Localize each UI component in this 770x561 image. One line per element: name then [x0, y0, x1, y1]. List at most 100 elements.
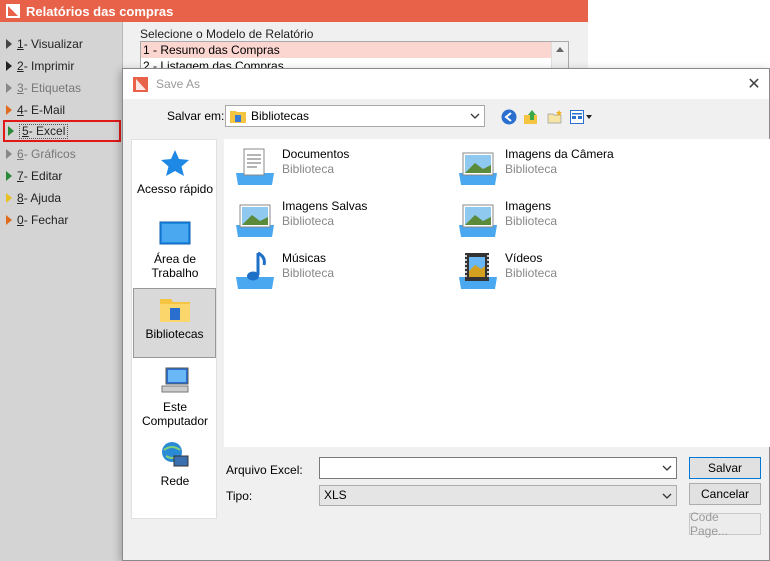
- file-list: Documentos Biblioteca Imagens da Câmera Bi…: [224, 139, 770, 447]
- arrow-right-icon: [6, 193, 12, 203]
- up-folder-button[interactable]: [521, 107, 541, 127]
- menu-item-number: 1: [17, 37, 24, 51]
- new-folder-button[interactable]: [545, 107, 565, 127]
- place-label: Rede: [160, 474, 190, 488]
- arrow-right-icon: [6, 61, 12, 71]
- list-item[interactable]: 1 - Resumo das Compras: [141, 42, 551, 58]
- place-label: Acesso rápido: [136, 182, 214, 196]
- arrow-right-icon: [6, 171, 12, 181]
- file-type: Biblioteca: [505, 162, 558, 176]
- file-name: Documentos: [282, 147, 350, 161]
- menu-item-label: - Visualizar: [23, 37, 83, 51]
- menu-item-fechar[interactable]: 0 - Fechar: [6, 211, 68, 229]
- place-rede[interactable]: Rede: [132, 440, 218, 492]
- chevron-down-icon: [470, 113, 480, 119]
- arrow-right-icon: [6, 83, 12, 93]
- menu-item-label: - E-Mail: [23, 103, 66, 117]
- place-bibliotecas[interactable]: Bibliotecas: [133, 288, 216, 358]
- menu-item-number: 0: [17, 213, 24, 227]
- menu-item-etiquetas[interactable]: 3 - Etiquetas: [6, 79, 81, 97]
- menu-item-excel[interactable]: 5 - Excel: [3, 120, 121, 142]
- star-icon: [161, 150, 189, 176]
- list-scrollbar[interactable]: [551, 42, 568, 70]
- chevron-down-icon: [662, 493, 672, 499]
- menu-item-label: - Editar: [23, 169, 63, 183]
- menu-item-editar[interactable]: 7 - Editar: [6, 167, 62, 185]
- app-title: Relatórios das compras: [26, 3, 174, 19]
- view-menu-button[interactable]: [569, 107, 595, 127]
- filetype-label: Tipo:: [226, 489, 253, 503]
- new-folder-icon: [547, 110, 562, 124]
- report-model-list[interactable]: 1 - Resumo das Compras 2 - Listagem das …: [140, 41, 569, 71]
- menu-item-label: - Fechar: [23, 213, 69, 227]
- app-logo-icon: [133, 76, 148, 92]
- arrow-right-icon: [6, 39, 12, 49]
- menu-item-number: 5: [22, 124, 29, 138]
- code-page-button[interactable]: Code Page...: [689, 510, 761, 538]
- model-select-label: Selecione o Modelo de Relatório: [140, 27, 314, 41]
- up-folder-icon: [524, 110, 537, 124]
- list-item[interactable]: Vídeos Biblioteca: [455, 251, 557, 291]
- menu-item-label: - Imprimir: [23, 59, 75, 73]
- list-item[interactable]: Imagens Salvas Biblioteca: [232, 199, 367, 239]
- list-item[interactable]: Imagens Biblioteca: [455, 199, 557, 239]
- menu-item-number: 4: [17, 103, 24, 117]
- pictures-library-icon: [459, 152, 497, 185]
- back-button[interactable]: [499, 107, 519, 127]
- file-type: Biblioteca: [282, 266, 335, 280]
- place-acesso-rapido[interactable]: Acesso rápido: [132, 148, 218, 210]
- file-name: Músicas: [282, 251, 327, 265]
- file-type: Biblioteca: [505, 214, 558, 228]
- menu-item-email[interactable]: 4 - E-Mail: [6, 101, 65, 119]
- place-area-de-trabalho[interactable]: Área de Trabalho: [132, 220, 218, 282]
- computer-icon: [161, 367, 189, 393]
- filetype-select[interactable]: XLS: [319, 485, 677, 506]
- menu-item-label: - Etiquetas: [23, 81, 82, 95]
- filename-input[interactable]: [319, 457, 677, 479]
- menu-item-number: 6: [17, 147, 24, 161]
- menu-item-number: 7: [17, 169, 24, 183]
- app-logo-icon: [6, 4, 20, 18]
- arrow-right-icon: [6, 149, 12, 159]
- save-in-combo[interactable]: Bibliotecas: [225, 105, 485, 127]
- cancel-button[interactable]: Cancelar: [689, 483, 761, 505]
- menu-item-imprimir[interactable]: 2 - Imprimir: [6, 57, 74, 75]
- arrow-right-icon: [6, 105, 12, 115]
- libraries-folder-icon: [230, 111, 246, 123]
- arrow-right-icon: [6, 215, 12, 225]
- file-type: Biblioteca: [505, 266, 558, 280]
- menu-item-number: 8: [17, 191, 24, 205]
- save-as-dialog: Save As ✕ Salvar em: Bibliotecas Acesso …: [122, 68, 770, 561]
- list-item[interactable]: Músicas Biblioteca: [232, 251, 334, 291]
- file-name: Imagens da Câmera: [505, 147, 614, 161]
- place-label: Área de Trabalho: [151, 252, 199, 280]
- app-background: [588, 0, 770, 68]
- save-in-label: Salvar em:: [167, 109, 225, 123]
- place-label: Bibliotecas: [145, 327, 204, 341]
- close-icon[interactable]: ✕: [739, 69, 769, 99]
- menu-item-graficos[interactable]: 6 - Gráficos: [6, 145, 76, 163]
- view-menu-icon: [570, 110, 592, 124]
- places-bar: Acesso rápido Área de Trabalho Bibliotec…: [131, 139, 217, 519]
- network-icon: [162, 442, 189, 467]
- save-in-value: Bibliotecas: [251, 109, 310, 123]
- menu-item-visualizar[interactable]: 1 - Visualizar: [6, 35, 83, 53]
- filetype-value: XLS: [324, 488, 347, 502]
- list-item[interactable]: Imagens da Câmera Biblioteca: [455, 147, 614, 187]
- filename-label: Arquivo Excel:: [226, 463, 303, 477]
- menu-item-ajuda[interactable]: 8 - Ajuda: [6, 189, 61, 207]
- scroll-up-icon[interactable]: [556, 47, 564, 52]
- list-item[interactable]: Documentos Biblioteca: [232, 147, 349, 187]
- focus-outline: 5 - Excel: [19, 123, 69, 139]
- back-arrow-icon: [501, 109, 517, 125]
- menu-item-label: - Ajuda: [23, 191, 62, 205]
- chevron-down-icon[interactable]: [661, 462, 673, 474]
- music-library-icon: [236, 251, 274, 289]
- place-este-computador[interactable]: Este Computador: [132, 366, 218, 430]
- save-button[interactable]: Salvar: [689, 457, 761, 479]
- arrow-right-icon: [8, 126, 14, 136]
- place-label: Este Computador: [141, 400, 209, 428]
- menu-item-label: - Excel: [28, 124, 66, 138]
- file-name: Imagens Salvas: [282, 199, 368, 213]
- videos-library-icon: [459, 253, 497, 289]
